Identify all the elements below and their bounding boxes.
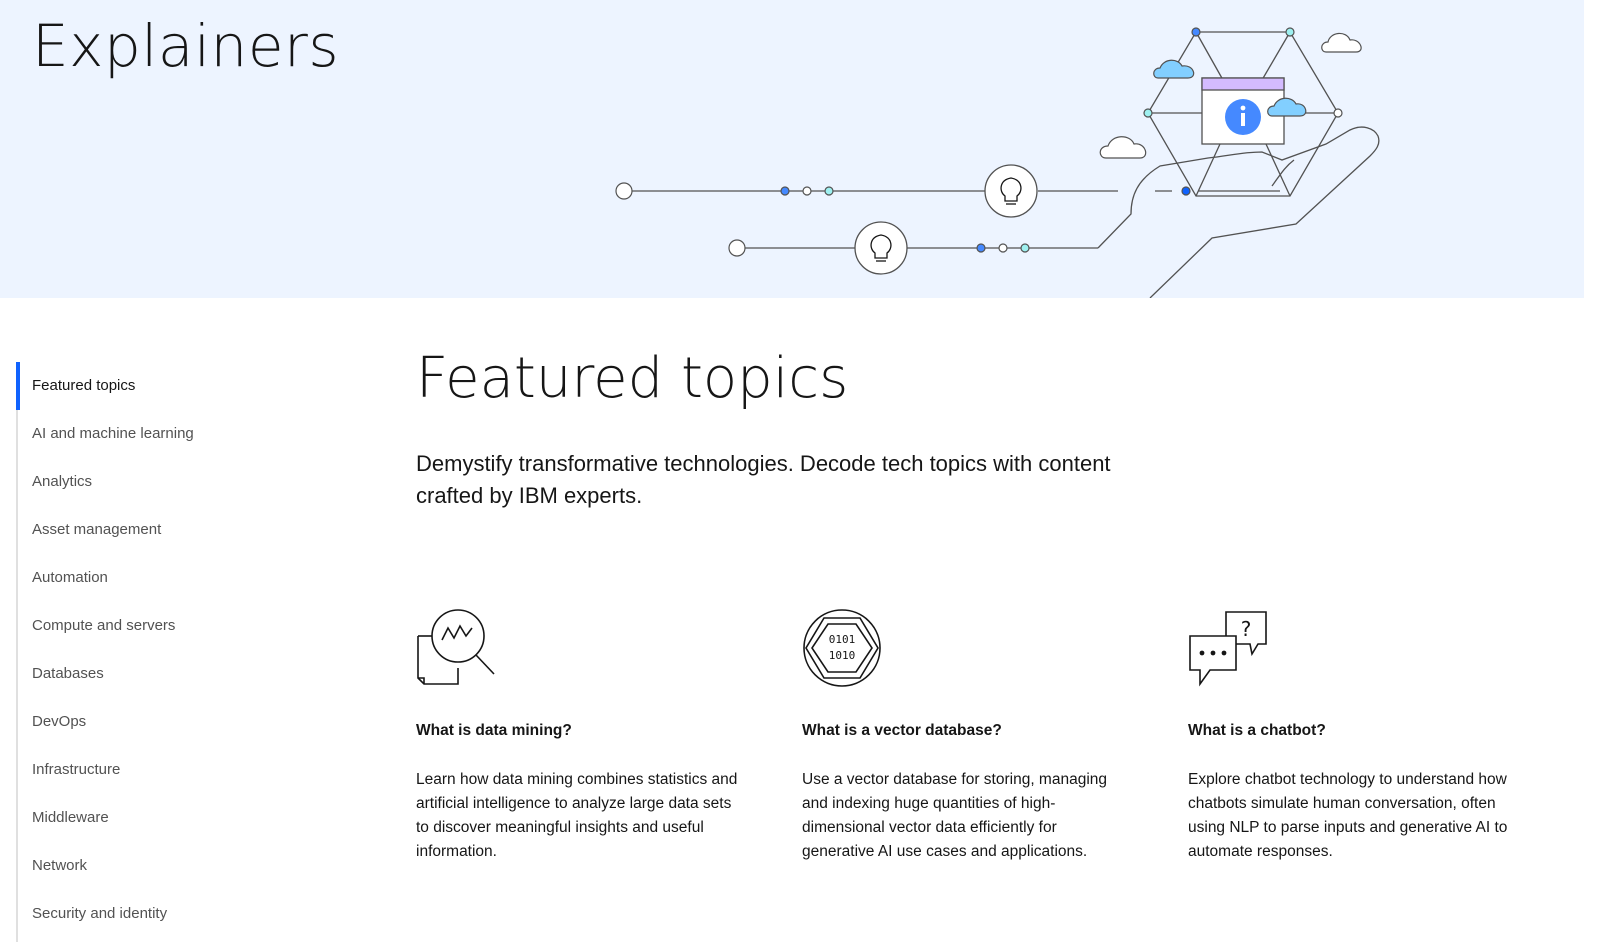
- data-mining-icon: [417, 609, 495, 685]
- svg-text:?: ?: [1241, 617, 1252, 641]
- page-title: Featured topics: [416, 346, 849, 411]
- sidebar-item-analytics[interactable]: Analytics: [18, 458, 318, 506]
- hero-banner: Explainers: [0, 0, 1584, 298]
- sidebar-item-network[interactable]: Network: [18, 842, 318, 890]
- sidebar-item-automation[interactable]: Automation: [18, 554, 318, 602]
- sidebar-item-compute-servers[interactable]: Compute and servers: [18, 602, 318, 650]
- sidebar-item-devops[interactable]: DevOps: [18, 698, 318, 746]
- sidebar-nav: Featured topics AI and machine learning …: [16, 362, 318, 942]
- card-title[interactable]: What is a chatbot?: [1188, 722, 1326, 740]
- topic-card-data-mining[interactable]: What is data mining? Learn how data mini…: [416, 608, 746, 860]
- sidebar-item-ai-machine-learning[interactable]: AI and machine learning: [18, 410, 318, 458]
- card-description: Learn how data mining combines statistic…: [416, 771, 738, 860]
- hero-illustration: [615, 27, 1380, 298]
- card-title[interactable]: What is data mining?: [416, 722, 572, 740]
- vector-database-icon: 0101 1010: [803, 609, 881, 687]
- page-intro: Demystify transformative technologies. D…: [416, 451, 1111, 508]
- sidebar-item-asset-management[interactable]: Asset management: [18, 506, 318, 554]
- card-description: Explore chatbot technology to understand…: [1188, 771, 1508, 860]
- sidebar-item-databases[interactable]: Databases: [18, 650, 318, 698]
- sidebar-item-middleware[interactable]: Middleware: [18, 794, 318, 842]
- svg-text:1010: 1010: [829, 649, 856, 662]
- chatbot-icon: ?: [1189, 611, 1267, 687]
- sidebar-item-featured-topics[interactable]: Featured topics: [16, 362, 318, 410]
- topic-card-chatbot[interactable]: ? What is a chatbot? Explore chatbot tec…: [1188, 608, 1518, 860]
- sidebar-item-security-identity[interactable]: Security and identity: [18, 890, 318, 938]
- topic-card-vector-database[interactable]: 0101 1010 What is a vector database? Use…: [802, 608, 1132, 860]
- card-title[interactable]: What is a vector database?: [802, 722, 1002, 740]
- svg-text:0101: 0101: [829, 633, 856, 646]
- card-description: Use a vector database for storing, manag…: [802, 771, 1108, 860]
- sidebar-item-infrastructure[interactable]: Infrastructure: [18, 746, 318, 794]
